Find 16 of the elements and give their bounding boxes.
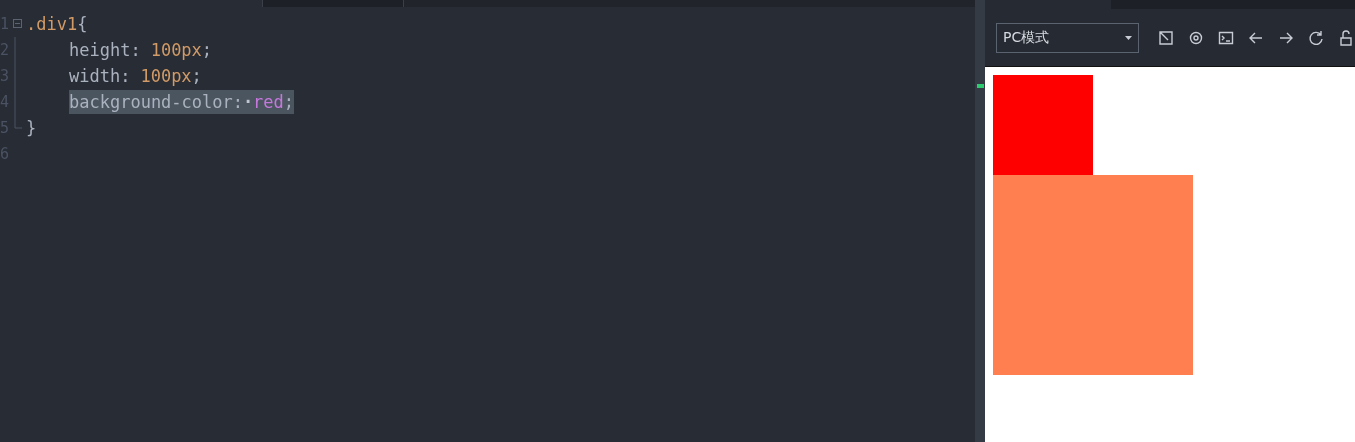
code-line: .div1{	[26, 13, 88, 36]
reload-button[interactable]	[1307, 28, 1325, 47]
lock-button[interactable]	[1337, 28, 1355, 47]
expand-icon	[1158, 29, 1174, 46]
reload-icon	[1308, 29, 1324, 46]
settings-icon	[1188, 29, 1204, 46]
expand-button[interactable]	[1157, 28, 1175, 47]
code-line: height: 100px;	[69, 39, 213, 62]
scrollbar[interactable]	[975, 0, 985, 442]
terminal-icon	[1218, 29, 1234, 46]
change-marker	[977, 84, 985, 88]
code-line: }	[26, 117, 37, 140]
dropdown-caret-icon	[1125, 35, 1132, 40]
mode-select[interactable]: PC模式	[996, 22, 1139, 53]
unlock-icon	[1338, 29, 1354, 46]
code-line: width: 100px;	[69, 65, 202, 88]
